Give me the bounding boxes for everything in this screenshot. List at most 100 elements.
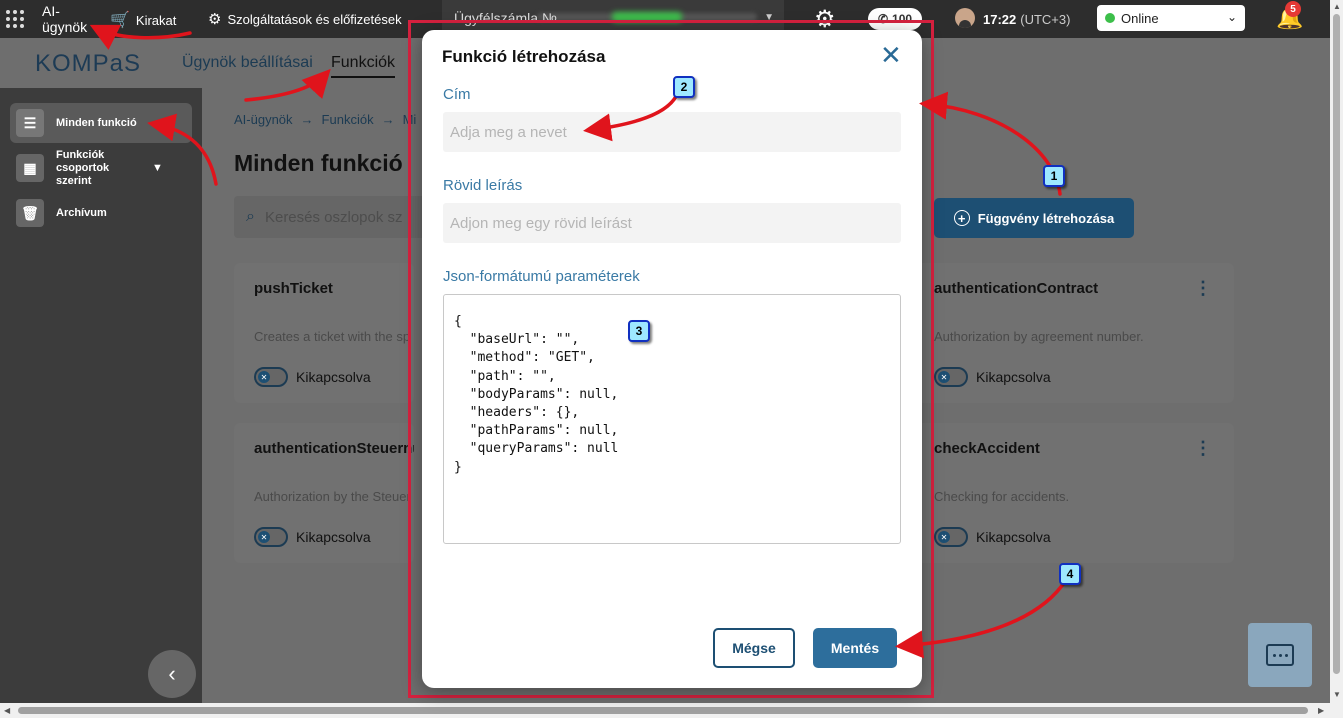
arrow-right-icon: → bbox=[381, 112, 395, 127]
card-status: ✕ Kikapcsolva bbox=[934, 367, 1051, 387]
clock: 17:22 (UTC+3) bbox=[983, 12, 1070, 27]
status-dot-icon bbox=[1105, 13, 1115, 23]
horizontal-scroll-thumb[interactable] bbox=[18, 707, 1308, 714]
annotation-badge: 4 bbox=[1059, 563, 1081, 585]
sidebar: ☰ Minden funkció ▦ Funkciók csoportok sz… bbox=[0, 88, 202, 703]
enable-toggle[interactable]: ✕ bbox=[934, 527, 968, 547]
card-title: checkAccident bbox=[934, 440, 1040, 457]
create-function-modal: Funkció létrehozása ✕ Cím Rövid leírás J… bbox=[422, 30, 922, 688]
toggle-label: Kikapcsolva bbox=[976, 369, 1051, 385]
search-placeholder: Keresés oszlopok sz bbox=[264, 208, 403, 226]
breadcrumb-item[interactable]: AI-ügynök bbox=[234, 112, 293, 127]
list-icon: ☰ bbox=[16, 109, 44, 137]
subscription-icon: ⚙ bbox=[208, 11, 222, 28]
collapse-sidebar-button[interactable]: ‹ bbox=[148, 650, 196, 698]
short-description-label: Rövid leírás bbox=[443, 177, 523, 194]
name-label: Cím bbox=[443, 86, 471, 103]
plus-circle-icon: + bbox=[953, 210, 970, 226]
close-icon: ✕ bbox=[938, 371, 950, 383]
scroll-left-icon[interactable]: ◀ bbox=[4, 706, 10, 715]
annotation-badge: 1 bbox=[1043, 165, 1065, 187]
json-params-label: Json-formátumú paraméterek bbox=[443, 268, 640, 285]
card-description: Authorization by the Steuer bbox=[254, 489, 411, 504]
more-vertical-icon[interactable]: ⋮ bbox=[1194, 439, 1212, 457]
avatar[interactable] bbox=[955, 8, 975, 28]
notification-badge: 5 bbox=[1285, 1, 1301, 17]
close-icon: ✕ bbox=[258, 371, 270, 383]
card-title: authenticationContract bbox=[934, 280, 1099, 297]
ai-agents-link[interactable]: AI-ügynök bbox=[42, 3, 102, 35]
more-vertical-icon[interactable]: ⋮ bbox=[1194, 279, 1212, 297]
page-title: Minden funkció bbox=[234, 150, 403, 176]
create-function-label: Függvény létrehozása bbox=[977, 210, 1115, 226]
annotation-badge: 3 bbox=[628, 320, 650, 342]
services-label: Szolgáltatások és előfizetések bbox=[227, 11, 402, 27]
scroll-down-icon[interactable]: ▼ bbox=[1333, 690, 1341, 699]
storefront-link[interactable]: 🛒 Kirakat bbox=[110, 10, 176, 30]
toggle-label: Kikapcsolva bbox=[976, 529, 1051, 545]
chat-button[interactable] bbox=[1248, 623, 1312, 687]
close-icon: ✕ bbox=[258, 531, 270, 543]
function-card[interactable]: authenticationSteuernu Authorization by … bbox=[234, 423, 414, 563]
chevron-down-icon: ⌄ bbox=[1226, 10, 1237, 24]
breadcrumb-item[interactable]: Funkciók bbox=[322, 112, 374, 127]
card-description: Checking for accidents. bbox=[934, 489, 1070, 504]
search-input[interactable]: ⌕ Keresés oszlopok sz bbox=[234, 196, 434, 238]
enable-toggle[interactable]: ✕ bbox=[934, 367, 968, 387]
create-function-button[interactable]: + Függvény létrehozása bbox=[934, 198, 1134, 238]
tab-functions[interactable]: Funkciók bbox=[331, 54, 396, 78]
card-status: ✕ Kikapcsolva bbox=[254, 527, 371, 547]
sidebar-item-groups[interactable]: ▦ Funkciók csoportok szerint ▼ bbox=[10, 148, 192, 188]
toggle-label: Kikapcsolva bbox=[296, 369, 371, 385]
clock-timezone: (UTC+3) bbox=[1020, 12, 1071, 27]
enable-toggle[interactable]: ✕ bbox=[254, 527, 288, 547]
logo[interactable]: KOMPaS bbox=[35, 50, 141, 78]
horizontal-scrollbar[interactable]: ◀ ▶ bbox=[0, 703, 1343, 718]
annotation-badge: 2 bbox=[673, 76, 695, 98]
scroll-up-icon[interactable]: ▲ bbox=[1333, 2, 1341, 11]
scroll-right-icon[interactable]: ▶ bbox=[1318, 706, 1324, 715]
services-link[interactable]: ⚙ Szolgáltatások és előfizetések bbox=[208, 10, 402, 28]
storefront-label: Kirakat bbox=[135, 12, 177, 28]
save-button[interactable]: Mentés bbox=[813, 628, 897, 668]
card-status: ✕ Kikapcsolva bbox=[934, 527, 1051, 547]
close-icon[interactable]: ✕ bbox=[880, 42, 902, 68]
chevron-left-icon: ‹ bbox=[168, 661, 176, 686]
function-card[interactable]: checkAccident ⋮ Checking for accidents. … bbox=[914, 423, 1234, 563]
apps-grid-icon[interactable] bbox=[6, 10, 24, 28]
grid-icon: ▦ bbox=[16, 154, 44, 182]
sidebar-item-label: Archívum bbox=[56, 207, 107, 219]
search-icon: ⌕ bbox=[246, 208, 255, 225]
toggle-label: Kikapcsolva bbox=[296, 529, 371, 545]
vertical-scroll-thumb[interactable] bbox=[1333, 14, 1340, 674]
card-status: ✕ Kikapcsolva bbox=[254, 367, 371, 387]
breadcrumb: AI-ügynök → Funkciók → Mi bbox=[234, 112, 416, 127]
function-card[interactable]: pushTicket Creates a ticket with the sp … bbox=[234, 263, 414, 403]
status-label: Online bbox=[1121, 10, 1159, 26]
status-select[interactable]: Online ⌄ bbox=[1097, 5, 1245, 31]
modal-title: Funkció létrehozása bbox=[442, 47, 606, 66]
card-description: Creates a ticket with the sp bbox=[254, 329, 411, 344]
arrow-right-icon: → bbox=[300, 112, 314, 127]
sidebar-item-archive[interactable]: 🗑 Archívum bbox=[10, 193, 192, 233]
chat-bubble-icon bbox=[1266, 644, 1294, 666]
card-description: Authorization by agreement number. bbox=[934, 329, 1144, 344]
card-title: pushTicket bbox=[254, 280, 333, 297]
sidebar-item-label: Minden funkció bbox=[56, 117, 137, 129]
cancel-button[interactable]: Mégse bbox=[713, 628, 795, 668]
close-icon: ✕ bbox=[938, 531, 950, 543]
function-card[interactable]: authenticationContract ⋮ Authorization b… bbox=[914, 263, 1234, 403]
sidebar-item-label: Funkciók csoportok szerint bbox=[56, 148, 110, 187]
name-input[interactable] bbox=[443, 112, 901, 152]
vertical-scrollbar[interactable]: ▲ ▼ bbox=[1330, 0, 1343, 703]
enable-toggle[interactable]: ✕ bbox=[254, 367, 288, 387]
sidebar-item-all-functions[interactable]: ☰ Minden funkció bbox=[10, 103, 192, 143]
cart-icon: 🛒 bbox=[110, 12, 130, 29]
json-params-textarea[interactable]: { "baseUrl": "", "method": "GET", "path"… bbox=[443, 294, 901, 544]
archive-icon: 🗑 bbox=[16, 199, 44, 227]
tab-agent-settings[interactable]: Ügynök beállításai bbox=[182, 54, 313, 72]
short-description-input[interactable] bbox=[443, 203, 901, 243]
caret-down-icon[interactable]: ▼ bbox=[152, 162, 163, 174]
card-title: authenticationSteuernu bbox=[254, 440, 414, 457]
clock-time: 17:22 bbox=[983, 12, 1017, 27]
